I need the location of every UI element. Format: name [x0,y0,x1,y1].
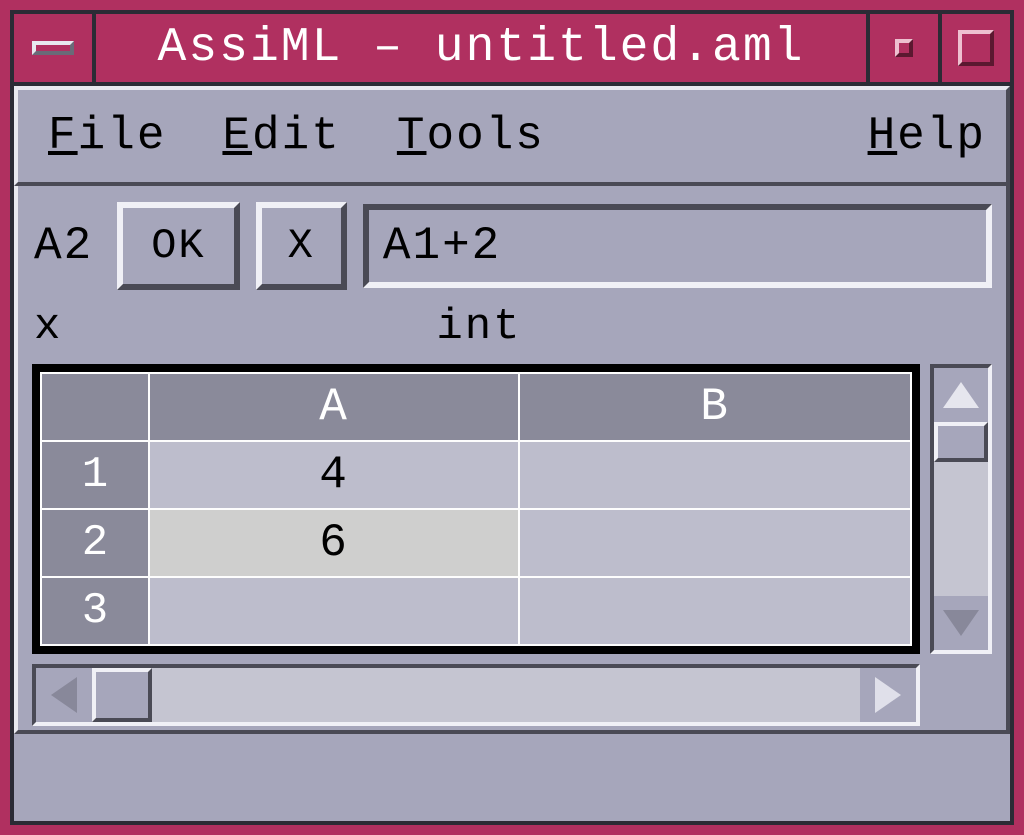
window-inner: AssiML – untitled.aml File Edit Tools He… [10,10,1014,825]
row-header-2[interactable]: 2 [41,509,149,577]
maximize-icon [958,30,994,66]
column-header-b[interactable]: B [519,373,911,441]
cell-a3[interactable] [149,577,519,645]
menu-tools[interactable]: Tools [397,110,545,162]
grid-table: A B 1 4 2 6 3 [40,372,912,646]
vertical-scrollbar[interactable] [930,364,992,654]
type-info-row: x int [14,298,1010,364]
hscroll-thumb[interactable] [92,668,152,722]
menu-bar: File Edit Tools Help [14,86,1010,186]
menu-edit[interactable]: Edit [222,110,340,162]
cell-a2[interactable]: 6 [149,509,519,577]
grid-area: A B 1 4 2 6 3 [14,364,1010,654]
cell-b3[interactable] [519,577,911,645]
grid-corner[interactable] [41,373,149,441]
formula-bar: A2 OK X [14,186,1010,298]
scrollbar-corner [920,664,992,726]
hscroll-track[interactable] [92,668,860,722]
scroll-right-button[interactable] [860,668,916,722]
arrow-left-icon [51,677,77,713]
system-menu-icon [32,41,74,55]
cell-a1[interactable]: 4 [149,441,519,509]
system-menu-button[interactable] [14,14,96,82]
spreadsheet: A B 1 4 2 6 3 [32,364,920,654]
row-header-1[interactable]: 1 [41,441,149,509]
variable-label: x [34,302,436,352]
scroll-left-button[interactable] [36,668,92,722]
menu-help[interactable]: Help [868,110,986,162]
horizontal-scrollbar[interactable] [32,664,920,726]
cell-b1[interactable] [519,441,911,509]
vscroll-thumb[interactable] [934,422,988,462]
cancel-button[interactable]: X [256,202,347,290]
scroll-up-button[interactable] [934,368,988,422]
minimize-icon [895,39,913,57]
scroll-down-button[interactable] [934,596,988,650]
column-header-a[interactable]: A [149,373,519,441]
maximize-button[interactable] [938,14,1010,82]
title-bar: AssiML – untitled.aml [14,14,1010,86]
row-header-3[interactable]: 3 [41,577,149,645]
bottom-scroll-row [14,654,1010,734]
ok-button[interactable]: OK [117,202,239,290]
type-label: int [436,302,992,352]
arrow-down-icon [943,610,979,636]
arrow-up-icon [943,382,979,408]
cell-b2[interactable] [519,509,911,577]
menu-file[interactable]: File [48,110,166,162]
cell-reference: A2 [32,220,101,272]
minimize-button[interactable] [866,14,938,82]
arrow-right-icon [875,677,901,713]
window-frame: AssiML – untitled.aml File Edit Tools He… [0,0,1024,835]
formula-input[interactable] [363,204,992,288]
window-title: AssiML – untitled.aml [96,14,866,82]
vscroll-track[interactable] [934,422,988,596]
